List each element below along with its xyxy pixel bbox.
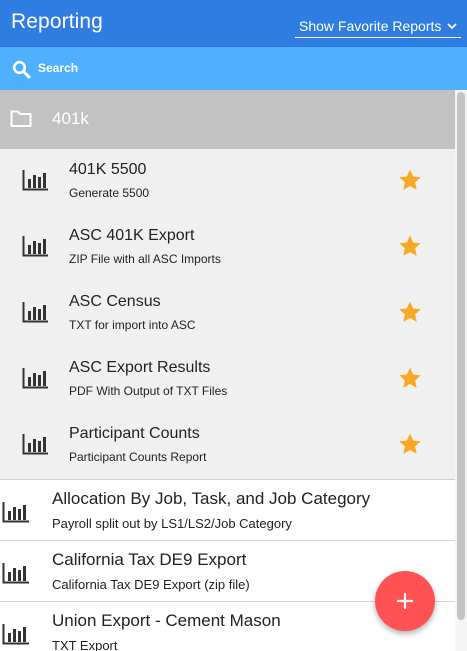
report-item-participant-counts[interactable]: Participant Counts Participant Counts Re…: [0, 413, 455, 479]
report-title: Participant Counts: [69, 425, 200, 442]
report-subtitle: TXT for import into ASC: [69, 318, 196, 332]
folder-icon: [10, 110, 32, 127]
star-icon[interactable]: [397, 168, 423, 193]
list-scrollbar[interactable]: [455, 90, 467, 651]
star-icon[interactable]: [397, 234, 423, 259]
report-title: Union Export - Cement Mason: [52, 611, 281, 630]
report-subtitle: TXT Export: [52, 638, 118, 651]
report-title: ASC Census: [69, 293, 161, 310]
report-title: ASC Export Results: [69, 359, 211, 376]
report-filter-value: Show Favorite Reports: [299, 18, 442, 34]
report-title: 401K 5500: [69, 161, 147, 178]
report-title: Allocation By Job, Task, and Job Categor…: [52, 489, 371, 508]
report-item-401k-5500[interactable]: 401K 5500 Generate 5500: [0, 149, 455, 215]
app-bar: Reporting Show Favorite Reports: [0, 0, 467, 47]
plus-icon: [396, 592, 414, 610]
folder-name: 401k: [52, 109, 89, 128]
report-subtitle: ZIP File with all ASC Imports: [69, 252, 221, 266]
report-subtitle: Generate 5500: [69, 186, 150, 200]
report-subtitle: Payroll split out by LS1/LS2/Job Categor…: [52, 516, 292, 531]
page-title: Reporting: [11, 10, 103, 33]
report-title: California Tax DE9 Export: [52, 550, 247, 569]
bar-chart-icon: [22, 368, 48, 389]
search-bar[interactable]: Search: [0, 47, 467, 90]
report-list: 401k 401K 5500 Generate 5500 ASC 401K Ex…: [0, 90, 455, 651]
report-title: ASC 401K Export: [69, 227, 195, 244]
report-item-asc-401k-export[interactable]: ASC 401K Export ZIP File with all ASC Im…: [0, 215, 455, 281]
add-report-button[interactable]: [375, 571, 435, 631]
search-icon: [12, 60, 31, 79]
bar-chart-icon: [22, 236, 48, 257]
chevron-down-icon: [447, 23, 457, 30]
bar-chart-icon: [2, 624, 29, 645]
report-item-asc-census[interactable]: ASC Census TXT for import into ASC: [0, 281, 455, 347]
star-icon[interactable]: [397, 366, 423, 391]
report-subtitle: California Tax DE9 Export (zip file): [52, 577, 250, 592]
bar-chart-icon: [22, 170, 48, 191]
report-item-asc-export-results[interactable]: ASC Export Results PDF With Output of TX…: [0, 347, 455, 413]
scrollbar-thumb[interactable]: [457, 92, 465, 620]
folder-401k[interactable]: 401k: [0, 90, 455, 149]
bar-chart-icon: [2, 502, 29, 523]
star-icon[interactable]: [397, 300, 423, 325]
report-subtitle: Participant Counts Report: [69, 450, 207, 464]
bar-chart-icon: [2, 563, 29, 584]
folder-contents: 401K 5500 Generate 5500 ASC 401K Export …: [0, 149, 455, 480]
search-label: Search: [38, 61, 79, 75]
bar-chart-icon: [22, 302, 48, 323]
report-subtitle: PDF With Output of TXT Files: [69, 384, 228, 398]
report-item-allocation[interactable]: Allocation By Job, Task, and Job Categor…: [0, 480, 455, 541]
report-filter-select[interactable]: Show Favorite Reports: [295, 15, 461, 38]
star-icon[interactable]: [397, 432, 423, 457]
bar-chart-icon: [22, 434, 48, 455]
